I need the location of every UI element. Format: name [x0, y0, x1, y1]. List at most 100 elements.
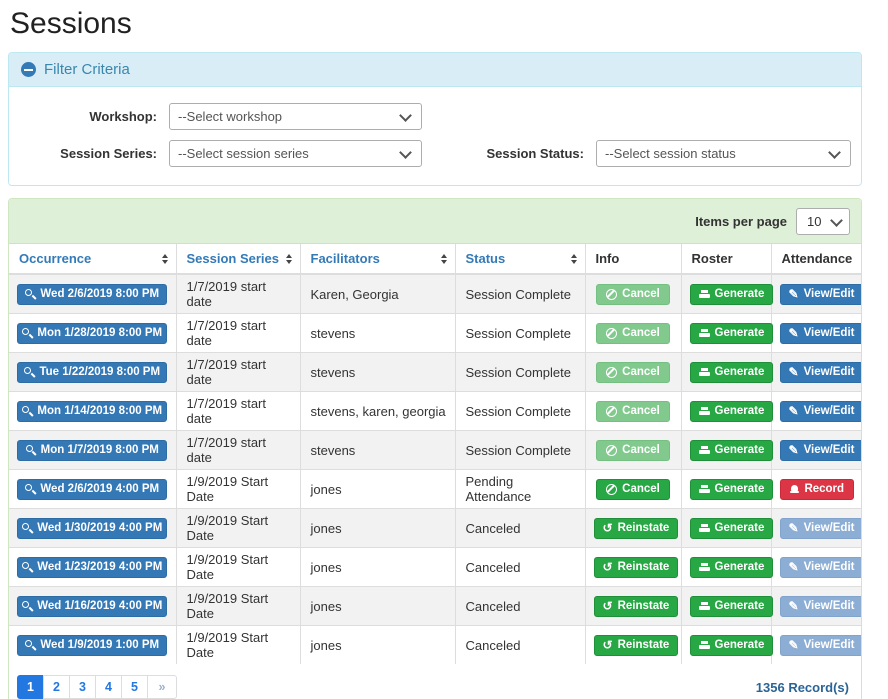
- sort-icon: [441, 254, 447, 264]
- pencil-icon: ✎: [789, 327, 799, 339]
- column-label: Session Series: [187, 251, 280, 266]
- cancel-button: Cancel: [596, 362, 670, 383]
- status-cell: Canceled: [455, 548, 585, 587]
- pagination-page-1-button[interactable]: 1: [17, 675, 44, 699]
- session-status-select[interactable]: --Select session status: [596, 140, 851, 167]
- generate-button[interactable]: Generate: [690, 362, 774, 383]
- page-container: Sessions Filter Criteria Workshop: --Sel…: [8, 7, 862, 699]
- cancel-button: Cancel: [596, 284, 670, 305]
- generate-button[interactable]: Generate: [690, 557, 774, 578]
- button-label: Cancel: [622, 327, 660, 339]
- button-label: Cancel: [622, 288, 660, 300]
- occurrence-button[interactable]: Mon 1/28/2019 8:00 PM: [17, 323, 167, 344]
- occurrence-button[interactable]: Wed 1/9/2019 1:00 PM: [17, 635, 167, 656]
- generate-button[interactable]: Generate: [690, 284, 774, 305]
- attendance-cell: ✎View/Edit: [771, 626, 862, 665]
- pagination-page-4-button[interactable]: 4: [95, 675, 122, 699]
- button-label: Wed 1/16/2019 4:00 PM: [37, 600, 162, 612]
- reinstate-button[interactable]: ↺Reinstate: [594, 596, 679, 617]
- printer-icon: [699, 602, 710, 611]
- pagination-page-5-button[interactable]: 5: [121, 675, 148, 699]
- view-edit-button[interactable]: ✎View/Edit: [780, 284, 863, 305]
- reinstate-button[interactable]: ↺Reinstate: [594, 518, 679, 539]
- workshop-label: Workshop:: [9, 109, 169, 124]
- button-label: Reinstate: [618, 639, 670, 651]
- pagination-item: 1: [17, 675, 44, 699]
- view-edit-button[interactable]: ✎View/Edit: [780, 362, 863, 383]
- table-row: Wed 1/23/2019 4:00 PM1/9/2019 Start Date…: [9, 548, 862, 587]
- collapse-minus-icon[interactable]: [21, 62, 36, 77]
- occurrence-button[interactable]: Wed 2/6/2019 8:00 PM: [17, 284, 167, 305]
- column-header-occurrence[interactable]: Occurrence: [9, 244, 176, 274]
- generate-button[interactable]: Generate: [690, 518, 774, 539]
- status-cell: Session Complete: [455, 392, 585, 431]
- filter-criteria-header[interactable]: Filter Criteria: [9, 53, 861, 87]
- table-row: Wed 2/6/2019 8:00 PM1/7/2019 start dateK…: [9, 274, 862, 314]
- occurrence-button[interactable]: Wed 1/23/2019 4:00 PM: [17, 557, 167, 578]
- undo-icon: ↺: [603, 600, 613, 612]
- ban-icon: [606, 484, 617, 495]
- view-edit-button[interactable]: ✎View/Edit: [780, 440, 863, 461]
- button-label: Generate: [715, 522, 765, 534]
- ban-icon: [606, 445, 617, 456]
- generate-button[interactable]: Generate: [690, 401, 774, 422]
- occurrence-button[interactable]: Wed 1/30/2019 4:00 PM: [17, 518, 167, 539]
- record-button[interactable]: Record: [780, 479, 854, 500]
- table-row: Mon 1/7/2019 8:00 PM1/7/2019 start dates…: [9, 431, 862, 470]
- pagination-page-2-button[interactable]: 2: [43, 675, 70, 699]
- column-header-session-series[interactable]: Session Series: [176, 244, 300, 274]
- status-cell: Pending Attendance: [455, 470, 585, 509]
- pagination-page-3-button[interactable]: 3: [69, 675, 96, 699]
- occurrence-cell: Wed 2/6/2019 4:00 PM: [9, 470, 176, 509]
- session-series-field: Session Series: --Select session series: [9, 140, 422, 167]
- occurrence-button[interactable]: Wed 1/16/2019 4:00 PM: [17, 596, 167, 617]
- pager-row: 12345» 1356 Record(s): [9, 664, 861, 699]
- info-cell: Cancel: [585, 470, 681, 509]
- button-label: View/Edit: [804, 639, 855, 651]
- items-per-page-select[interactable]: 10: [796, 208, 850, 235]
- reinstate-button[interactable]: ↺Reinstate: [594, 557, 679, 578]
- workshop-select[interactable]: --Select workshop: [169, 103, 422, 130]
- generate-button[interactable]: Generate: [690, 479, 774, 500]
- generate-button[interactable]: Generate: [690, 323, 774, 344]
- roster-cell: Generate: [681, 587, 771, 626]
- occurrence-button[interactable]: Wed 2/6/2019 4:00 PM: [17, 479, 167, 500]
- table-row: Wed 2/6/2019 4:00 PM1/9/2019 Start Datej…: [9, 470, 862, 509]
- occurrence-cell: Wed 1/23/2019 4:00 PM: [9, 548, 176, 587]
- occurrence-button[interactable]: Mon 1/14/2019 8:00 PM: [17, 401, 167, 422]
- facilitators-cell: jones: [300, 548, 455, 587]
- generate-button[interactable]: Generate: [690, 635, 774, 656]
- button-label: View/Edit: [804, 366, 855, 378]
- generate-button[interactable]: Generate: [690, 596, 774, 617]
- button-label: View/Edit: [804, 522, 855, 534]
- status-cell: Canceled: [455, 626, 585, 665]
- session-series-select[interactable]: --Select session series: [169, 140, 422, 167]
- cancel-button[interactable]: Cancel: [596, 479, 670, 500]
- pagination-next-button[interactable]: »: [147, 675, 177, 699]
- sessions-table-body: Wed 2/6/2019 8:00 PM 1/7/2019 start date K…: [9, 274, 862, 664]
- occurrence-button[interactable]: Tue 1/22/2019 8:00 PM: [17, 362, 167, 383]
- search-icon: [26, 445, 36, 455]
- session-series-cell: 1/9/2019 Start Date: [176, 509, 300, 548]
- session-series-cell: 1/7/2019 start date: [176, 431, 300, 470]
- column-label: Occurrence: [19, 251, 91, 266]
- facilitators-cell: Karen, Georgia: [300, 274, 455, 314]
- filter-panel: Filter Criteria Workshop: --Select works…: [8, 52, 862, 186]
- status-cell: Session Complete: [455, 274, 585, 314]
- roster-cell: Generate: [681, 470, 771, 509]
- view-edit-button[interactable]: ✎View/Edit: [780, 323, 863, 344]
- column-header-status[interactable]: Status: [455, 244, 585, 274]
- column-header-facilitators[interactable]: Facilitators: [300, 244, 455, 274]
- reinstate-button[interactable]: ↺Reinstate: [594, 635, 679, 656]
- ban-icon: [606, 406, 617, 417]
- button-label: Generate: [715, 327, 765, 339]
- items-per-page-select-wrap: 10: [796, 208, 850, 235]
- printer-icon: [699, 407, 710, 416]
- occurrence-button[interactable]: Mon 1/7/2019 8:00 PM: [17, 440, 167, 461]
- printer-icon: [699, 524, 710, 533]
- facilitators-cell: stevens, karen, georgia: [300, 392, 455, 431]
- page-title: Sessions: [10, 7, 862, 41]
- view-edit-button[interactable]: ✎View/Edit: [780, 401, 863, 422]
- generate-button[interactable]: Generate: [690, 440, 774, 461]
- table-row: Wed 1/9/2019 1:00 PM1/9/2019 Start Datej…: [9, 626, 862, 665]
